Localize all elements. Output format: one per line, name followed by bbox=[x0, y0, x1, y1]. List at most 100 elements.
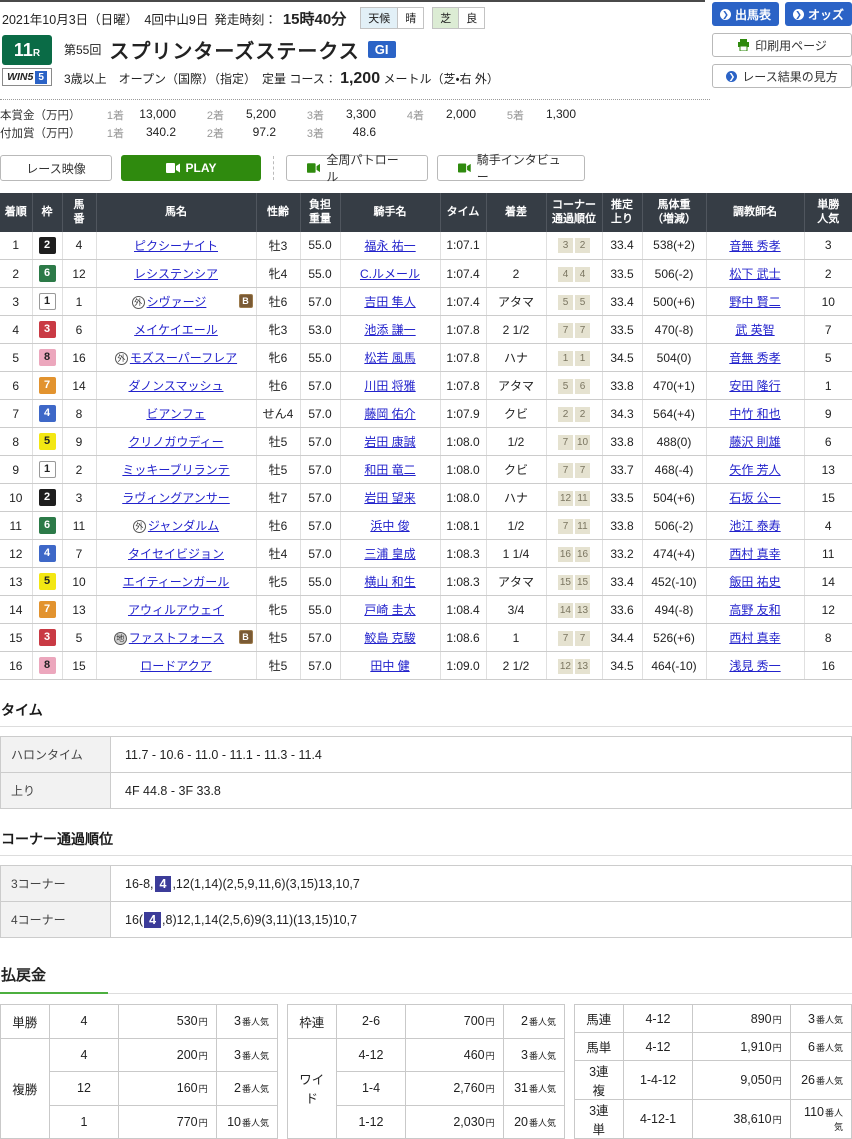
jockey-name-link[interactable]: 吉田 隼人 bbox=[364, 295, 415, 309]
payout-table: 単勝 4 530円 3番人気 複勝 4 200円 3番人気 12 160円 2番人気 1 770円 10番… bbox=[0, 1004, 279, 1139]
corner-position-3: 3 bbox=[558, 238, 573, 254]
winning-combination: 12 bbox=[48, 1071, 120, 1106]
finish-position: 13 bbox=[0, 567, 33, 597]
prize-main-values: 1着 13,000 2着 5,200 3着 3,300 4着 2,000 5着 1,300 bbox=[92, 107, 592, 123]
patrol-video-button[interactable]: 全周パトロール bbox=[286, 153, 428, 184]
result-row: 2 6 12 レシステンシア 牝4 55.0 C.ルメール 1:07.4 2 4 4 33.5 506(… bbox=[0, 259, 852, 289]
trainer-name-link[interactable]: 浅見 秀一 bbox=[729, 659, 780, 673]
jockey-name-link[interactable]: 川田 将雅 bbox=[364, 379, 415, 393]
jockey-name-link[interactable]: 和田 竜二 bbox=[364, 463, 415, 477]
entries-button[interactable]: ❯ 出馬表 bbox=[712, 2, 779, 26]
column-header: 推定 上り bbox=[602, 193, 643, 232]
printer-icon bbox=[738, 39, 750, 51]
sex-age: 牡5 bbox=[256, 651, 301, 681]
horse-name-link[interactable]: タイセイビジョン bbox=[128, 547, 224, 561]
jockey-name-link[interactable]: 横山 和生 bbox=[364, 575, 415, 589]
horse-name-cell: タイセイビジョン bbox=[96, 539, 257, 569]
horse-number: 9 bbox=[62, 427, 97, 457]
winning-combination: 4 bbox=[48, 1004, 120, 1039]
popularity-suffix: 番人気 bbox=[528, 1017, 556, 1028]
time-row-label: 上り bbox=[0, 772, 111, 810]
trainer-name-link[interactable]: 石坂 公一 bbox=[729, 491, 780, 505]
horse-name-link[interactable]: エイティーンガール bbox=[123, 575, 229, 589]
highlighted-horse-number: 4 bbox=[144, 911, 162, 928]
jockey-interview-button[interactable]: 騎手インタビュー bbox=[437, 153, 585, 184]
frame-cell: 1 bbox=[32, 287, 63, 317]
jockey-name-link[interactable]: 岩田 康誠 bbox=[364, 435, 415, 449]
horse-weight: 470(-8) bbox=[642, 315, 707, 345]
column-header: 性齢 bbox=[256, 193, 301, 232]
carried-weight: 57.0 bbox=[300, 483, 341, 513]
corner-positions: 77 bbox=[546, 315, 603, 345]
jockey-cell: 池添 謙一 bbox=[340, 315, 441, 345]
trainer-name-link[interactable]: 西村 真幸 bbox=[729, 631, 780, 645]
trainer-name-link[interactable]: 音無 秀孝 bbox=[729, 239, 780, 253]
jockey-name-link[interactable]: 池添 謙一 bbox=[364, 323, 415, 337]
column-header: コーナー 通過順位 bbox=[546, 193, 603, 232]
horse-name-link[interactable]: ロードアクア bbox=[140, 659, 211, 673]
trainer-name-link[interactable]: 西村 真幸 bbox=[729, 547, 780, 561]
column-header: 騎手名 bbox=[340, 193, 441, 232]
horse-name-link[interactable]: ピクシーナイト bbox=[134, 239, 218, 253]
sex-age: 牝6 bbox=[256, 343, 301, 373]
frame-number-badge: 2 bbox=[38, 489, 56, 507]
corner-row: 4コーナー 16(4,8)12,1,14(2,5,6)9(3,11)(13,15)… bbox=[0, 901, 852, 939]
play-button[interactable]: PLAY bbox=[121, 155, 261, 181]
trainer-name-link[interactable]: 高野 友和 bbox=[729, 603, 780, 617]
trainer-name-link[interactable]: 音無 秀孝 bbox=[729, 351, 780, 365]
results-table: 着順枠馬 番馬名 性齢 負担 重量 騎手名 タイム 着差 コーナー 通過順位 推定 上り 馬体重… bbox=[0, 193, 852, 681]
trainer-name-link[interactable]: 安田 隆行 bbox=[729, 379, 780, 393]
horse-name-link[interactable]: ダノンスマッシュ bbox=[128, 379, 223, 393]
horse-name-link[interactable]: レシステンシア bbox=[134, 267, 218, 281]
horse-name-link[interactable]: アウィルアウェイ bbox=[128, 603, 224, 617]
jockey-name-link[interactable]: 松若 風馬 bbox=[364, 351, 415, 365]
payout-popularity: 2番人気 bbox=[215, 1071, 279, 1106]
jockey-name-link[interactable]: 三浦 皇成 bbox=[364, 547, 415, 561]
horse-name-link[interactable]: ラヴィングアンサー bbox=[122, 491, 230, 505]
trainer-name-link[interactable]: 松下 武士 bbox=[729, 267, 780, 281]
results-header-row: 着順枠馬 番馬名 性齢 負担 重量 騎手名 タイム 着差 コーナー 通過順位 推定 上り 馬体重… bbox=[0, 193, 852, 232]
trainer-cell: 高野 友和 bbox=[706, 595, 805, 625]
jockey-name-link[interactable]: 福永 祐一 bbox=[364, 239, 415, 253]
horse-name-link[interactable]: メイケイエール bbox=[134, 323, 218, 337]
conditions-text: 3歳以上 オープン（国際）（指定） 定量 bbox=[64, 72, 286, 86]
carried-weight: 55.0 bbox=[300, 595, 341, 625]
trainer-name-link[interactable]: 武 英智 bbox=[735, 323, 774, 337]
carried-weight: 57.0 bbox=[300, 539, 341, 569]
jockey-name-link[interactable]: 鮫島 克駿 bbox=[364, 631, 415, 645]
finish-time: 1:08.0 bbox=[440, 427, 487, 457]
corner-position-3: 14 bbox=[557, 602, 573, 618]
horse-name-link[interactable]: シヴァージ bbox=[147, 295, 207, 309]
trainer-name-link[interactable]: 野中 賢二 bbox=[729, 295, 780, 309]
play-button-label: PLAY bbox=[185, 161, 217, 175]
jockey-name-link[interactable]: 藤岡 佑介 bbox=[364, 407, 415, 421]
trainer-name-link[interactable]: 矢作 芳人 bbox=[729, 463, 780, 477]
last-3f-time: 33.8 bbox=[602, 427, 643, 457]
horse-name-link[interactable]: ビアンフェ bbox=[146, 407, 205, 421]
jockey-name-link[interactable]: 戸崎 圭太 bbox=[364, 603, 415, 617]
corner-position-4: 13 bbox=[575, 602, 591, 618]
horse-name-link[interactable]: ジャンダルム bbox=[148, 519, 219, 533]
trainer-name-link[interactable]: 飯田 祐史 bbox=[729, 575, 780, 589]
last-3f-time: 33.2 bbox=[602, 539, 643, 569]
results-guide-button[interactable]: ❯ レース結果の見方 bbox=[712, 64, 852, 88]
yen-suffix: 円 bbox=[485, 1117, 495, 1128]
horse-name-link[interactable]: モズスーパーフレア bbox=[130, 351, 237, 365]
print-page-button[interactable]: 印刷用ページ bbox=[712, 33, 852, 57]
race-video-button[interactable]: レース映像 bbox=[0, 155, 112, 181]
jockey-name-link[interactable]: 浜中 俊 bbox=[370, 519, 409, 533]
horse-name-link[interactable]: クリノガウディー bbox=[128, 435, 223, 449]
prize-add-label: 付加賞（万円） bbox=[0, 128, 81, 140]
win-popularity: 1 bbox=[804, 371, 852, 401]
finish-time: 1:07.1 bbox=[440, 231, 487, 261]
trainer-name-link[interactable]: 池江 泰寿 bbox=[729, 519, 780, 533]
horse-name-link[interactable]: ミッキーブリランテ bbox=[122, 463, 229, 477]
trainer-name-link[interactable]: 中竹 和也 bbox=[729, 407, 780, 421]
jockey-name-link[interactable]: C.ルメール bbox=[360, 267, 420, 281]
odds-button[interactable]: ❯ オッズ bbox=[785, 2, 852, 26]
jockey-name-link[interactable]: 田中 健 bbox=[370, 659, 409, 673]
horse-weight: 452(-10) bbox=[642, 567, 707, 597]
horse-name-link[interactable]: ファストフォース bbox=[129, 631, 224, 645]
trainer-name-link[interactable]: 藤沢 則雄 bbox=[729, 435, 780, 449]
jockey-name-link[interactable]: 岩田 望来 bbox=[364, 491, 415, 505]
